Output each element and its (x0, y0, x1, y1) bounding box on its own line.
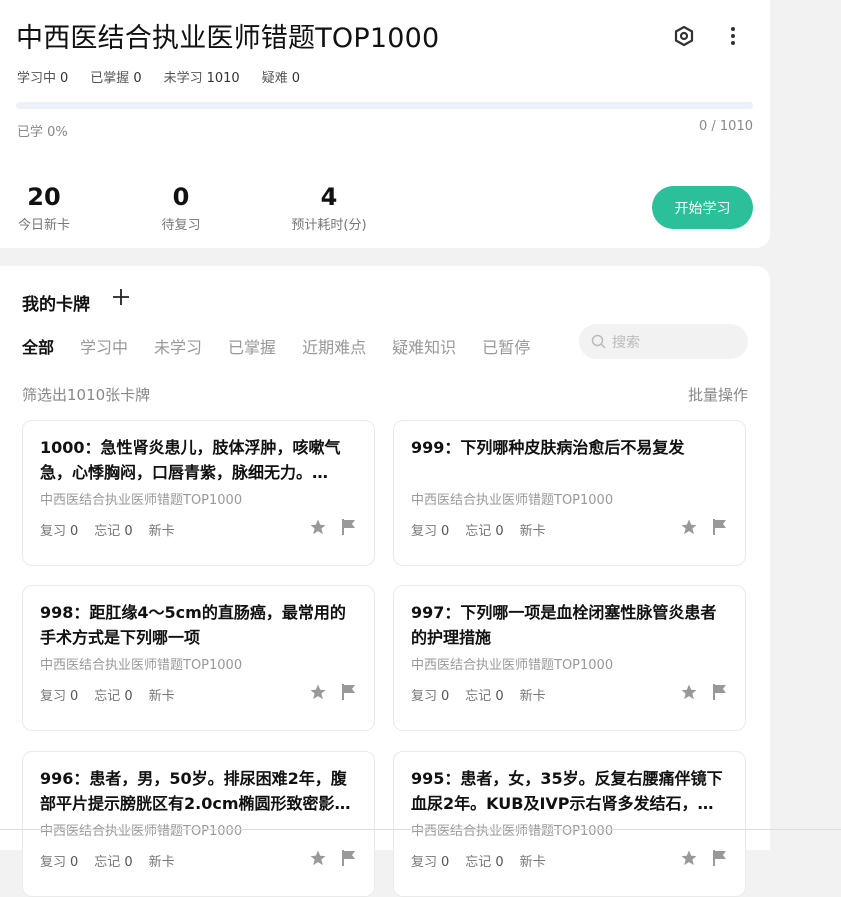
card-item[interactable]: 999：下列哪种皮肤病治愈后不易复发 中西医结合执业医师错题TOP1000 复习… (393, 420, 746, 566)
card-forget-count: 忘记 0 (94, 689, 133, 704)
filter-result-count: 筛选出1010张卡牌 (22, 386, 151, 404)
flag-icon[interactable] (712, 518, 728, 536)
card-meta: 复习 0 忘记 0 新卡 (411, 520, 546, 539)
card-question: 999：下列哪种皮肤病治愈后不易复发 (411, 438, 685, 457)
tab-recent-difficult[interactable]: 近期难点 (302, 334, 366, 358)
card-status: 新卡 (148, 524, 175, 539)
card-forget-count: 忘记 0 (465, 855, 504, 870)
stat-mastered: 已掌握 0 (90, 71, 142, 86)
card-meta: 复习 0 忘记 0 新卡 (40, 851, 175, 870)
card-review-count: 复习 0 (411, 524, 450, 539)
stat-learning: 学习中 0 (17, 71, 69, 86)
card-forget-count: 忘记 0 (465, 524, 504, 539)
metric-estimated-time: 4 预计耗时(分) (290, 182, 368, 233)
hexagon-settings-icon (674, 25, 694, 47)
search-input[interactable]: 搜索 (579, 324, 748, 359)
flag-icon[interactable] (341, 683, 357, 701)
card-forget-count: 忘记 0 (94, 855, 133, 870)
deck-stats-row: 学习中 0 已掌握 0 未学习 1010 疑难 0 (17, 67, 300, 86)
star-icon[interactable] (309, 518, 327, 536)
card-review-count: 复习 0 (411, 855, 450, 870)
card-meta: 复习 0 忘记 0 新卡 (411, 685, 546, 704)
metric-value: 0 (172, 183, 190, 211)
tab-paused[interactable]: 已暂停 (482, 334, 530, 358)
flag-icon[interactable] (712, 683, 728, 701)
start-learning-button[interactable]: 开始学习 (652, 186, 753, 229)
progress-count: 0 / 1010 (699, 119, 753, 134)
star-icon[interactable] (680, 518, 698, 536)
metric-value: 4 (320, 183, 338, 211)
stat-unlearned: 未学习 1010 (163, 71, 240, 86)
card-status: 新卡 (148, 855, 175, 870)
divider (0, 829, 841, 830)
card-question: 998：距肛缘4～5cm的直肠癌，最常用的手术方式是下列哪一项 (40, 603, 346, 647)
flag-icon[interactable] (341, 518, 357, 536)
plus-icon (113, 289, 129, 305)
my-cards-title: 我的卡牌 (22, 295, 90, 315)
card-question: 1000：急性肾炎患儿，肢体浮肿，咳嗽气急，心悸胸闷，口唇青紫，脉细无力。… (40, 438, 341, 482)
star-icon[interactable] (680, 683, 698, 701)
card-question: 997：下列哪一项是血栓闭塞性脉管炎患者的护理措施 (411, 603, 717, 647)
deck-title: 中西医结合执业医师错题TOP1000 (16, 23, 440, 54)
card-meta: 复习 0 忘记 0 新卡 (40, 685, 175, 704)
card-question: 996：患者，男，50岁。排尿困难2年，腹部平片提示膀胱区有2.0cm椭圆形致密… (40, 769, 351, 813)
progress-percent: 已学 0% (17, 125, 68, 140)
metric-to-review: 0 待复习 (155, 182, 207, 233)
star-icon[interactable] (309, 683, 327, 701)
search-placeholder: 搜索 (612, 334, 640, 351)
filter-tabs: 全部 学习中 未学习 已掌握 近期难点 疑难知识 已暂停 (22, 334, 556, 358)
deck-header-panel: 中西医结合执业医师错题TOP1000 学习中 0 已掌握 0 未学习 1010 疑难 0… (0, 0, 770, 248)
card-status: 新卡 (519, 524, 546, 539)
card-status: 新卡 (519, 855, 546, 870)
star-icon[interactable] (309, 849, 327, 867)
flag-icon[interactable] (712, 849, 728, 867)
star-icon[interactable] (680, 849, 698, 867)
more-vertical-icon (731, 27, 735, 45)
tab-unlearned[interactable]: 未学习 (154, 334, 202, 358)
flag-icon[interactable] (341, 849, 357, 867)
card-status: 新卡 (519, 689, 546, 704)
card-source: 中西医结合执业医师错题TOP1000 (411, 658, 614, 673)
search-icon (591, 334, 606, 349)
batch-operation-link[interactable]: 批量操作 (688, 384, 748, 405)
card-review-count: 复习 0 (40, 855, 79, 870)
metric-value: 20 (27, 183, 61, 211)
card-item[interactable]: 1000：急性肾炎患儿，肢体浮肿，咳嗽气急，心悸胸闷，口唇青紫，脉细无力。… 中… (22, 420, 375, 566)
tab-difficult-knowledge[interactable]: 疑难知识 (392, 334, 456, 358)
metric-new-today: 20 今日新卡 (17, 182, 71, 233)
card-item[interactable]: 996：患者，男，50岁。排尿困难2年，腹部平片提示膀胱区有2.0cm椭圆形致密… (22, 751, 375, 897)
card-status: 新卡 (148, 689, 175, 704)
card-review-count: 复习 0 (411, 689, 450, 704)
add-card-button[interactable] (110, 287, 132, 311)
card-source: 中西医结合执业医师错题TOP1000 (40, 658, 243, 673)
card-source: 中西医结合执业医师错题TOP1000 (40, 493, 243, 508)
metric-label: 预计耗时(分) (291, 218, 367, 233)
stat-difficult: 疑难 0 (261, 71, 300, 86)
card-review-count: 复习 0 (40, 689, 79, 704)
tab-all[interactable]: 全部 (22, 334, 54, 358)
card-source: 中西医结合执业医师错题TOP1000 (411, 493, 614, 508)
tab-mastered[interactable]: 已掌握 (228, 334, 276, 358)
card-review-count: 复习 0 (40, 524, 79, 539)
metric-label: 待复习 (161, 218, 201, 233)
card-meta: 复习 0 忘记 0 新卡 (411, 851, 546, 870)
metric-label: 今日新卡 (17, 218, 70, 233)
card-item[interactable]: 997：下列哪一项是血栓闭塞性脉管炎患者的护理措施 中西医结合执业医师错题TOP… (393, 585, 746, 731)
card-forget-count: 忘记 0 (465, 689, 504, 704)
tab-learning[interactable]: 学习中 (80, 334, 128, 358)
card-meta: 复习 0 忘记 0 新卡 (40, 520, 175, 539)
more-button[interactable] (720, 23, 746, 49)
card-question: 995：患者，女，35岁。反复右腰痛伴镜下血尿2年。KUB及IVP示右肾多发结石… (411, 769, 723, 813)
progress-bar (16, 102, 753, 109)
card-item[interactable]: 995：患者，女，35岁。反复右腰痛伴镜下血尿2年。KUB及IVP示右肾多发结石… (393, 751, 746, 897)
settings-button[interactable] (671, 23, 697, 49)
card-forget-count: 忘记 0 (94, 524, 133, 539)
card-item[interactable]: 998：距肛缘4～5cm的直肠癌，最常用的手术方式是下列哪一项 中西医结合执业医… (22, 585, 375, 731)
